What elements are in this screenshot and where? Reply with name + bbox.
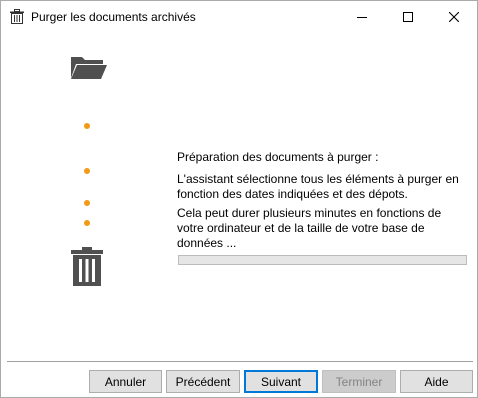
- minimize-button[interactable]: [339, 1, 385, 32]
- step-heading: Préparation des documents à purger :: [177, 150, 379, 164]
- open-folder-icon: [70, 56, 108, 80]
- trash-icon: [71, 247, 103, 286]
- maximize-button[interactable]: [385, 1, 431, 32]
- progress-dot: [84, 123, 90, 129]
- window-title: Purger les documents archivés: [31, 10, 196, 24]
- progress-dot: [84, 220, 90, 226]
- progress-dot: [84, 168, 90, 174]
- previous-button[interactable]: Précédent: [166, 370, 240, 393]
- help-button[interactable]: Aide: [400, 370, 473, 393]
- next-button[interactable]: Suivant: [244, 370, 318, 393]
- finish-button: Terminer: [322, 370, 396, 393]
- close-icon: [449, 11, 459, 22]
- description-text: L'assistant sélectionne tous les élément…: [177, 172, 459, 201]
- minimize-icon: [357, 16, 367, 18]
- progress-bar: [178, 255, 467, 265]
- divider-highlight: [7, 362, 473, 363]
- purge-wizard-window: Purger les documents archivés Préparatio…: [0, 0, 478, 398]
- trash-icon: [10, 9, 24, 24]
- progress-dot: [84, 200, 90, 206]
- title-bar[interactable]: Purger les documents archivés: [1, 1, 477, 32]
- cancel-button[interactable]: Annuler: [89, 370, 162, 393]
- close-button[interactable]: [431, 1, 477, 32]
- duration-note: Cela peut durer plusieurs minutes en fon…: [177, 206, 442, 250]
- maximize-icon: [403, 11, 413, 22]
